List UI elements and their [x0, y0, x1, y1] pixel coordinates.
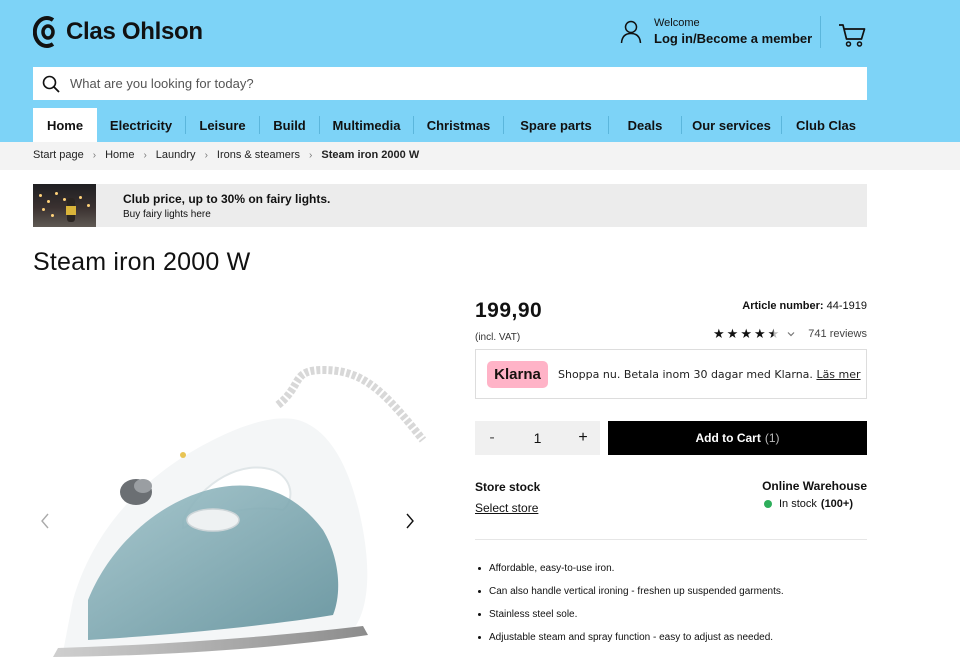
feature-list: Affordable, easy-to-use iron. Can also h… — [475, 563, 784, 655]
breadcrumb-link[interactable]: Laundry — [156, 149, 196, 161]
rating-stars[interactable]: ★ ★ ★ ★ ★ — [713, 327, 796, 340]
nav-item-multimedia[interactable]: Multimedia — [320, 108, 413, 142]
divider — [475, 539, 867, 540]
welcome-text: Welcome — [654, 17, 700, 29]
cart-icon[interactable] — [838, 22, 866, 48]
breadcrumb: Start page › Home › Laundry › Irons & st… — [33, 149, 419, 161]
search-input[interactable] — [70, 76, 830, 91]
breadcrumb-link[interactable]: Start page — [33, 149, 84, 161]
chevron-right-icon: › — [143, 149, 147, 161]
cart-count: (1) — [764, 431, 780, 445]
product-image — [53, 365, 427, 657]
product-gallery — [33, 300, 428, 657]
add-to-cart-button[interactable]: Add to Cart (1) — [608, 421, 867, 455]
quantity-input[interactable] — [517, 430, 558, 446]
article-number: Article number: 44-1919 — [742, 300, 867, 312]
product-title: Steam iron 2000 W — [33, 248, 251, 276]
brand-name: Clas Ohlson — [66, 18, 203, 45]
add-to-cart-label: Add to Cart — [695, 431, 761, 445]
brand-logo[interactable]: Clas Ohlson — [33, 15, 203, 49]
klarna-read-more-link[interactable]: Läs mer — [816, 368, 860, 381]
select-store-link[interactable]: Select store — [475, 501, 538, 515]
article-value: 44-1919 — [826, 300, 867, 312]
nav-item-home[interactable]: Home — [33, 108, 97, 142]
chevron-left-icon[interactable] — [37, 511, 53, 531]
star-icon: ★ — [726, 326, 739, 341]
stock-status: In stock (100+) — [764, 498, 853, 510]
nav-item-deals[interactable]: Deals — [609, 108, 681, 142]
nav-item-our-services[interactable]: Our services — [682, 108, 781, 142]
online-warehouse-label: Online Warehouse — [762, 479, 867, 493]
chevron-right-icon: › — [204, 149, 208, 161]
quantity-stepper: - + — [475, 421, 600, 455]
chevron-right-icon: › — [92, 149, 97, 161]
decrease-quantity-button[interactable]: - — [475, 429, 509, 447]
klarna-banner: Klarna Shoppa nu. Betala inom 30 dagar m… — [475, 349, 867, 399]
reviews-link[interactable]: 741 reviews — [808, 328, 867, 340]
feature-item: Can also handle vertical ironing - fresh… — [475, 586, 784, 609]
nav-item-christmas[interactable]: Christmas — [414, 108, 503, 142]
promo-image — [33, 184, 96, 227]
feature-item: Stainless steel sole. — [475, 609, 784, 632]
search-bar[interactable] — [33, 67, 867, 100]
article-label: Article number: — [742, 300, 824, 312]
star-half-icon: ★ — [767, 326, 780, 341]
nav-item-leisure[interactable]: Leisure — [186, 108, 259, 142]
star-icon: ★ — [740, 326, 752, 341]
chevron-down-icon[interactable] — [786, 329, 796, 339]
clas-ohlson-logo-icon — [33, 16, 55, 48]
breadcrumb-link[interactable]: Home — [105, 149, 134, 161]
star-icon: ★ — [753, 326, 766, 341]
vat-note: (incl. VAT) — [475, 332, 521, 343]
klarna-message: Shoppa nu. Betala inom 30 dagar med Klar… — [558, 367, 813, 381]
user-icon — [620, 20, 642, 44]
chevron-right-icon[interactable] — [402, 511, 418, 531]
nav-item-electricity[interactable]: Electricity — [97, 108, 185, 142]
promo-banner[interactable]: Club price, up to 30% on fairy lights. B… — [33, 184, 867, 227]
header-divider — [820, 16, 821, 48]
main-nav: Home Electricity Leisure Build Multimedi… — [33, 108, 870, 142]
login-link[interactable]: Log in/Become a member — [654, 30, 812, 48]
search-icon[interactable] — [42, 75, 60, 93]
promo-subtitle: Buy fairy lights here — [123, 208, 211, 220]
nav-item-build[interactable]: Build — [260, 108, 319, 142]
stock-status-text: In stock — [779, 498, 817, 510]
nav-item-club-clas[interactable]: Club Clas — [782, 108, 870, 142]
store-stock-label: Store stock — [475, 480, 541, 494]
feature-item: Adjustable steam and spray function - ea… — [475, 632, 784, 655]
feature-item: Affordable, easy-to-use iron. — [475, 563, 784, 586]
product-price: 199,90 — [475, 299, 543, 322]
in-stock-dot-icon — [764, 500, 772, 508]
star-icon: ★ — [713, 326, 725, 341]
increase-quantity-button[interactable]: + — [566, 429, 600, 447]
promo-title: Club price, up to 30% on fairy lights. — [123, 191, 331, 206]
account-link[interactable]: Welcome Log in/Become a member — [620, 16, 812, 48]
nav-item-spare-parts[interactable]: Spare parts — [504, 108, 608, 142]
klarna-text: Shoppa nu. Betala inom 30 dagar med Klar… — [558, 368, 861, 381]
chevron-right-icon: › — [309, 149, 313, 161]
klarna-logo: Klarna — [487, 360, 548, 388]
stock-count: (100+) — [820, 498, 854, 510]
breadcrumb-current: Steam iron 2000 W — [321, 149, 420, 161]
breadcrumb-link[interactable]: Irons & steamers — [217, 149, 300, 161]
